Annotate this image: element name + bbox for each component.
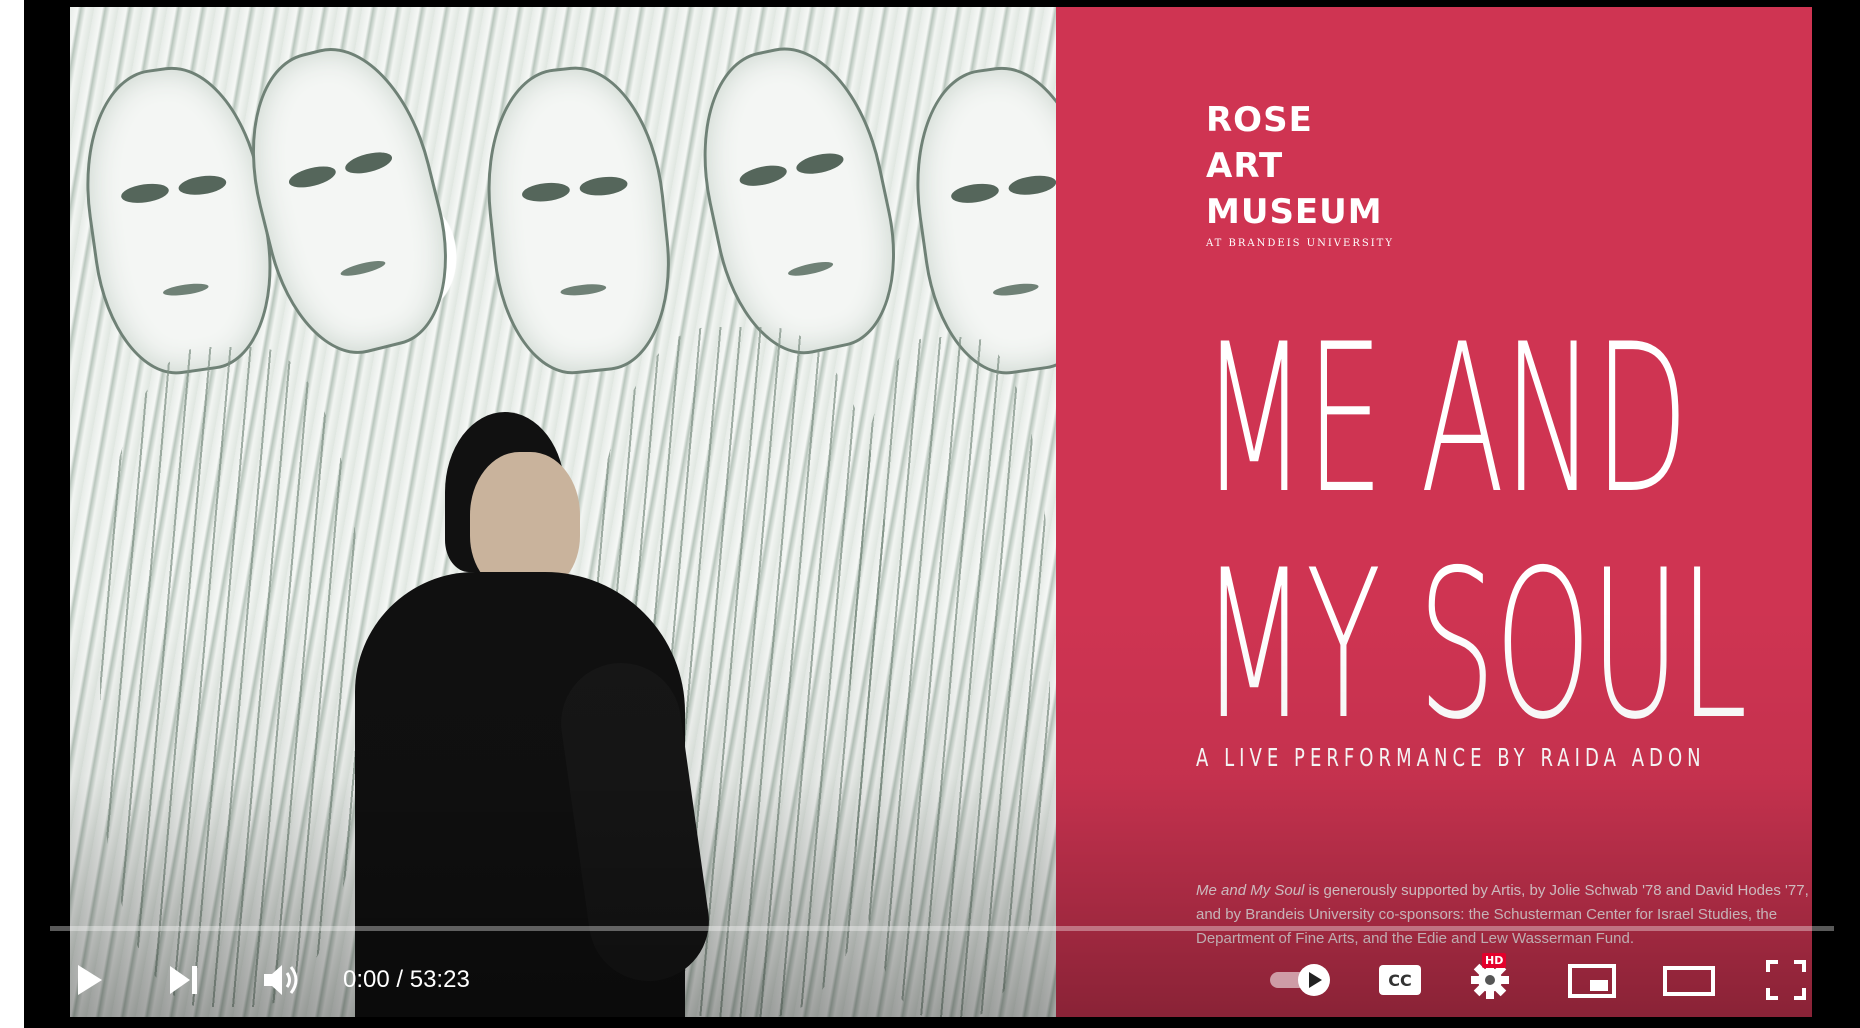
credits-italic: Me and My Soul: [1196, 882, 1305, 899]
autoplay-toggle[interactable]: [1264, 950, 1340, 1010]
skip-next-icon: [170, 966, 197, 994]
time-display: 0:00 / 53:23: [343, 950, 470, 1010]
fullscreen-button[interactable]: [1756, 950, 1816, 1010]
poster-credits: Me and My Soul is generously supported b…: [1196, 879, 1812, 951]
hd-badge: HD: [1482, 953, 1507, 968]
logo-line: ART: [1206, 146, 1284, 186]
event-poster: ROSE ART MUSEUM AT BRANDEIS UNIVERSITY M…: [1056, 7, 1812, 1017]
logo-line: ROSE: [1206, 100, 1313, 140]
drawn-hair: [850, 337, 1050, 1017]
progress-bar[interactable]: [50, 926, 1834, 931]
artwork-panel: [70, 7, 1117, 1017]
title-line: MY SOUL: [1201, 527, 1748, 765]
control-bar: 0:00 / 53:23 CC HD: [24, 950, 1860, 1010]
video-player[interactable]: ROSE ART MUSEUM AT BRANDEIS UNIVERSITY M…: [24, 0, 1860, 1028]
video-frame[interactable]: ROSE ART MUSEUM AT BRANDEIS UNIVERSITY M…: [70, 7, 1812, 1017]
drawn-face: [474, 58, 682, 382]
play-icon: [78, 965, 102, 995]
poster-title: ME AND MY SOUL: [1201, 307, 1748, 759]
captions-button[interactable]: CC: [1368, 950, 1432, 1010]
museum-logo: ROSE ART MUSEUM AT BRANDEIS UNIVERSITY: [1206, 97, 1394, 251]
current-time: 0:00: [343, 966, 390, 993]
miniplayer-button[interactable]: [1560, 950, 1624, 1010]
settings-button[interactable]: HD: [1458, 950, 1522, 1010]
play-button[interactable]: [58, 950, 118, 1010]
drawn-face: [70, 56, 287, 384]
svg-text:CC: CC: [1388, 971, 1411, 990]
closed-captions-icon: CC: [1379, 965, 1421, 995]
fullscreen-icon: [1766, 960, 1806, 1000]
title-line: ME AND: [1201, 301, 1689, 539]
poster-tagline: A LIVE PERFORMANCE BY RAIDA ADON: [1196, 743, 1706, 772]
drawn-face: [680, 32, 916, 368]
logo-subtitle: AT BRANDEIS UNIVERSITY: [1206, 238, 1394, 249]
volume-icon: [264, 965, 298, 995]
theater-mode-button[interactable]: [1654, 950, 1724, 1010]
logo-line: MUSEUM: [1206, 192, 1383, 232]
theater-mode-icon: [1663, 966, 1715, 996]
volume-button[interactable]: [252, 950, 312, 1010]
autoplay-toggle-icon: [1270, 964, 1330, 996]
next-button[interactable]: [154, 950, 214, 1010]
miniplayer-icon: [1568, 964, 1616, 998]
time-separator: /: [389, 966, 410, 993]
duration: 53:23: [409, 966, 470, 993]
